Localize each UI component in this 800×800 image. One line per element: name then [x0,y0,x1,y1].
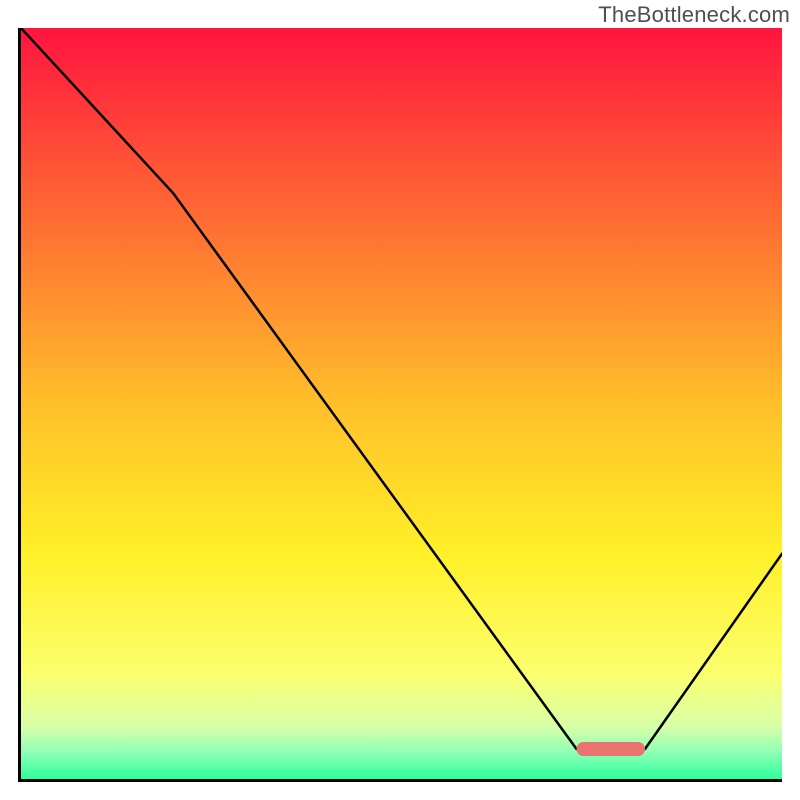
chart-root: TheBottleneck.com [0,0,800,800]
plot-area [18,28,782,782]
optimal-marker [21,28,782,779]
watermark-text: TheBottleneck.com [598,2,790,28]
